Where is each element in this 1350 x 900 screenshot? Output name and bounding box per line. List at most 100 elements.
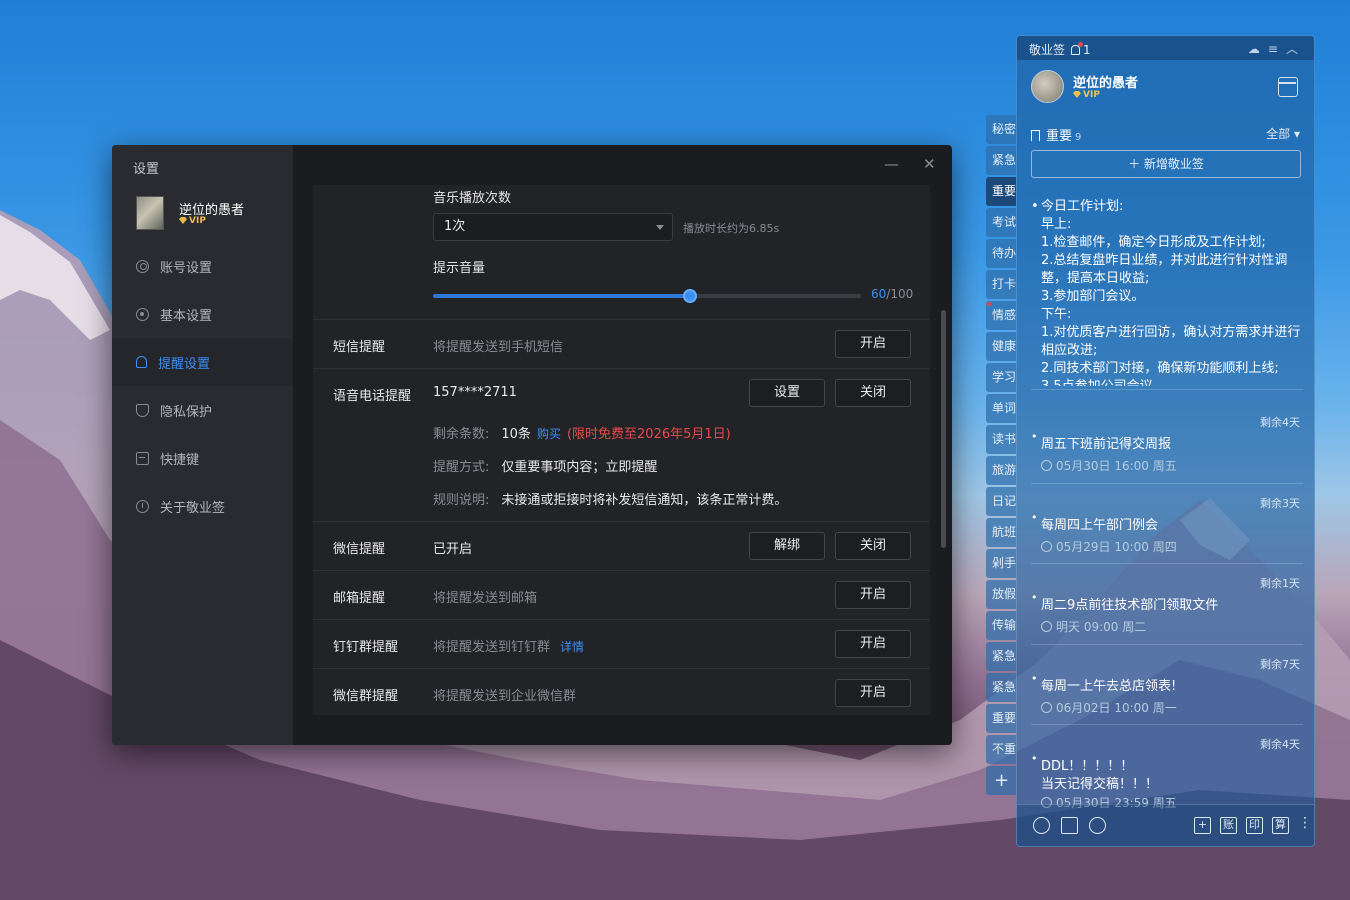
minimize-button[interactable]: — xyxy=(884,155,899,173)
wecom-reminder-row: 微信群提醒 将提醒发送到企业微信群 开启 xyxy=(313,668,930,715)
category-tab[interactable]: 紧急 xyxy=(986,642,1016,671)
user-profile[interactable]: 逆位的愚者 VIP xyxy=(136,196,286,232)
category-tab[interactable]: 重要 xyxy=(986,177,1016,206)
email-desc: 将提醒发送到邮箱 xyxy=(433,591,538,606)
nav-label: 关于敬业签 xyxy=(160,500,226,516)
sms-enable-button[interactable]: 开启 xyxy=(835,330,911,358)
new-note-button[interactable]: ＋ 新增敬业签 xyxy=(1031,150,1301,178)
category-tab[interactable]: 打卡 xyxy=(986,270,1016,299)
wechat-unbind-button[interactable]: 解绑 xyxy=(749,532,825,560)
note-title[interactable]: 每周四上午部门例会 xyxy=(1031,511,1158,533)
email-enable-button[interactable]: 开启 xyxy=(835,581,911,609)
work-plan-note[interactable]: • 今日工作计划: 早上: 1.检查邮件，确定今日形成及工作计划; 2.总结复盘昨日业绩… xyxy=(1031,198,1303,386)
category-tab[interactable]: 紧急 xyxy=(986,146,1016,175)
volume-label: 提示音量 xyxy=(433,261,486,276)
category-tab[interactable]: 剁手 xyxy=(986,549,1016,578)
days-remaining: 剩余4天 xyxy=(1260,416,1300,429)
dingtalk-details-link[interactable]: 详情 xyxy=(560,640,584,654)
checklist-icon[interactable] xyxy=(1061,817,1078,834)
print-icon[interactable]: 印 xyxy=(1246,817,1263,834)
category-tab[interactable]: 考试 xyxy=(986,208,1016,237)
note-title[interactable]: DDL！！！！！ xyxy=(1031,752,1133,774)
volume-fill xyxy=(433,294,690,298)
voice-call-reminder-row: 语音电话提醒 157****2711 设置 关闭 剩余条数: 10条 购买 (限时免费… xyxy=(313,368,930,521)
divider xyxy=(1031,563,1303,564)
category-tab[interactable]: 单词 xyxy=(986,394,1016,423)
settings-window: 设置 逆位的愚者 VIP 账号设置 基本设置 提醒设置 隐私保护 快捷键 关于敬… xyxy=(112,145,952,745)
clock-icon[interactable] xyxy=(1033,817,1050,834)
note-title[interactable]: 周五下班前记得交周报 xyxy=(1031,430,1171,452)
nav-about[interactable]: 关于敬业签 xyxy=(112,482,293,530)
calendar-icon[interactable] xyxy=(1278,77,1298,97)
note-time-text: 05月29日 10:00 周四 xyxy=(1056,539,1177,554)
nav-shortcuts[interactable]: 快捷键 xyxy=(112,434,293,482)
more-icon[interactable]: ⋮ xyxy=(1298,815,1312,831)
rule-key: 规则说明: xyxy=(433,493,490,508)
category-tab[interactable]: 紧急 xyxy=(986,673,1016,702)
add-tab-button[interactable]: + xyxy=(986,766,1016,795)
category-tab[interactable]: 学习 xyxy=(986,363,1016,392)
cloud-icon[interactable]: ☁ xyxy=(1248,42,1268,56)
add-icon[interactable]: + xyxy=(1194,817,1211,834)
category-tab[interactable]: 秘密 xyxy=(986,115,1016,144)
category-tab[interactable]: 读书 xyxy=(986,425,1016,454)
category-tab[interactable]: 健康 xyxy=(986,332,1016,361)
nav-reminder-settings[interactable]: 提醒设置 xyxy=(112,338,293,386)
bookmark-icon xyxy=(1031,130,1040,141)
voice-off-button[interactable]: 关闭 xyxy=(835,379,911,407)
category-tab[interactable]: 情感 xyxy=(986,301,1016,330)
sticky-notes-panel: 敬业签 1 ☁≡︿ 逆位的愚者 VIP 重要 9 全部 ▾ ＋ 新增敬业签 • 今日工… xyxy=(1016,35,1315,847)
settings-nav: 账号设置 基本设置 提醒设置 隐私保护 快捷键 关于敬业签 xyxy=(112,242,293,530)
ledger-icon[interactable]: 账 xyxy=(1220,817,1237,834)
category-tab[interactable]: 旅游 xyxy=(986,456,1016,485)
wechat-off-button[interactable]: 关闭 xyxy=(835,532,911,560)
category-tab[interactable]: 待办 xyxy=(986,239,1016,268)
voice-settings-button[interactable]: 设置 xyxy=(749,379,825,407)
category-tab[interactable]: 放假 xyxy=(986,580,1016,609)
nav-basic-settings[interactable]: 基本设置 xyxy=(112,290,293,338)
note-title[interactable]: 周二9点前往技术部门领取文件 xyxy=(1031,591,1218,613)
category-tab[interactable]: 重要 xyxy=(986,704,1016,733)
repeat-clock-icon xyxy=(1041,460,1052,471)
unread-dot xyxy=(987,302,991,306)
music-times-value: 1次 xyxy=(444,219,466,234)
plan-line: 下午: xyxy=(1041,307,1072,322)
volume-value: 60/100 xyxy=(871,287,913,301)
menu-icon[interactable]: ≡ xyxy=(1268,42,1286,56)
panel-bottom-toolbar: + 账印算 ⋮ xyxy=(1017,804,1314,846)
nav-privacy[interactable]: 隐私保护 xyxy=(112,386,293,434)
content-scrollbar[interactable] xyxy=(941,310,946,548)
close-button[interactable]: ✕ xyxy=(923,155,936,173)
bell-icon[interactable] xyxy=(1071,42,1084,55)
panel-titlebar: 敬业签 1 ☁≡︿ xyxy=(1017,36,1314,60)
panel-user[interactable]: 逆位的愚者 VIP xyxy=(1031,70,1291,106)
volume-slider[interactable] xyxy=(433,289,861,303)
wecom-enable-button[interactable]: 开启 xyxy=(835,679,911,707)
note-title[interactable]: 每周一上午去总店领表! xyxy=(1031,672,1176,694)
wecom-label: 微信群提醒 xyxy=(333,689,399,704)
buy-link[interactable]: 购买 xyxy=(537,427,561,441)
category-tab[interactable]: 航班 xyxy=(986,518,1016,547)
wechat-status: 已开启 xyxy=(433,542,473,557)
volume-handle[interactable] xyxy=(682,289,697,303)
search-icon[interactable] xyxy=(1089,817,1106,834)
free-promo: (限时免费至2026年5月1日) xyxy=(566,427,731,442)
calc-icon[interactable]: 算 xyxy=(1272,817,1289,834)
diamond-icon xyxy=(179,217,187,224)
mode-value: 仅重要事项内容；立即提醒 xyxy=(501,460,658,475)
divider xyxy=(1031,389,1303,390)
music-times-select[interactable]: 1次 xyxy=(433,213,673,241)
divider xyxy=(1031,724,1303,725)
note-time: 06月02日 10:00 周一 xyxy=(1041,699,1177,716)
dingtalk-enable-button[interactable]: 开启 xyxy=(835,630,911,658)
category-tab[interactable]: 传输 xyxy=(986,611,1016,640)
email-reminder-row: 邮箱提醒 将提醒发送到邮箱 开启 xyxy=(313,570,930,619)
category-tab[interactable]: 日记 xyxy=(986,487,1016,516)
collapse-icon[interactable]: ︿ xyxy=(1286,42,1306,56)
category-tab[interactable]: 不重 xyxy=(986,735,1016,764)
vip-badge: VIP xyxy=(179,216,206,226)
nav-account-settings[interactable]: 账号设置 xyxy=(112,242,293,290)
note-title-line2[interactable]: 当天记得交稿！！！ xyxy=(1041,773,1158,792)
filter-dropdown[interactable]: 全部 ▾ xyxy=(1266,125,1300,142)
plan-line: 早上: xyxy=(1041,217,1072,232)
